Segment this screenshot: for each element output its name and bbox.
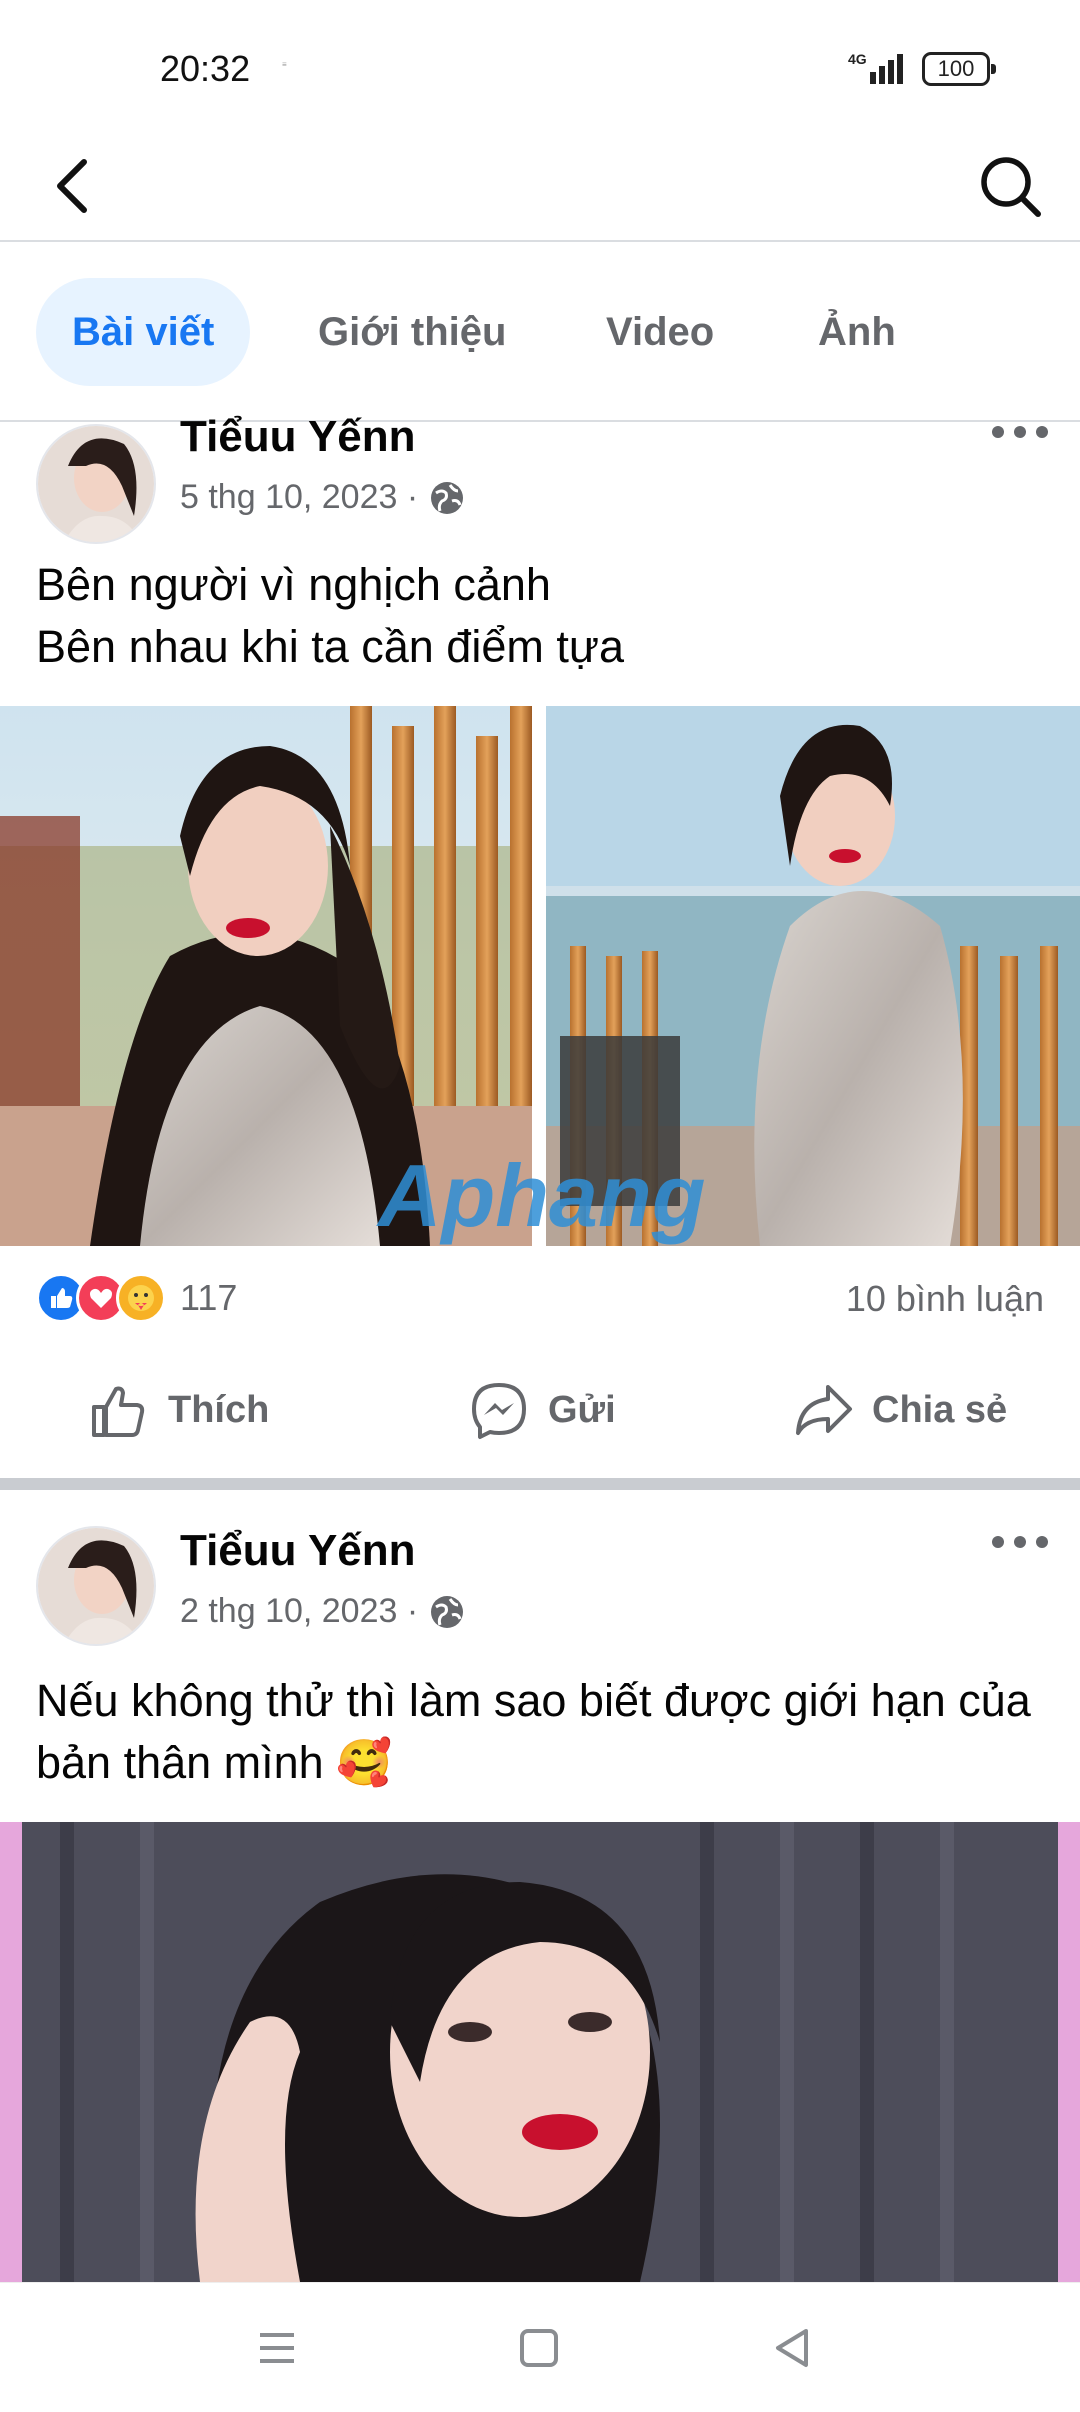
post-photo[interactable] <box>0 1822 1080 2282</box>
reaction-summary[interactable]: 117 <box>36 1268 237 1328</box>
post-meta: 5 thg 10, 2023 · <box>180 478 466 517</box>
home-icon[interactable] <box>512 2321 566 2375</box>
status-bar: 20:32 ≡ 4G 100 <box>0 0 1080 130</box>
comment-count[interactable]: 10 bình luận <box>846 1278 1044 1320</box>
top-app-bar <box>0 130 1080 242</box>
more-options-icon[interactable] <box>990 1534 1050 1558</box>
tab-posts[interactable]: Bài viết <box>36 278 251 386</box>
signal-icon: 4G <box>848 51 903 84</box>
search-icon[interactable] <box>968 144 1052 228</box>
tab-photos[interactable]: Ảnh <box>782 278 932 386</box>
post-date: 2 thg 10, 2023 · <box>180 1592 419 1630</box>
more-options-icon[interactable] <box>990 424 1050 448</box>
watermark: Aphang <box>376 1146 706 1245</box>
post-meta: 2 thg 10, 2023 · <box>180 1592 466 1631</box>
like-button[interactable]: Thích <box>88 1360 269 1460</box>
share-icon <box>796 1385 852 1435</box>
thumbs-up-icon <box>92 1386 145 1437</box>
back-icon[interactable] <box>766 2321 820 2375</box>
svg-text:4G: 4G <box>848 51 867 67</box>
tab-about[interactable]: Giới thiệu <box>282 278 542 386</box>
post-divider <box>0 1478 1080 1490</box>
like-label: Thích <box>168 1388 270 1431</box>
globe-icon <box>431 1595 464 1628</box>
globe-icon <box>431 481 464 514</box>
post-card: Tiểuu Yếnn 5 thg 10, 2023 · Bên người vì… <box>0 412 1080 1478</box>
reaction-count: 117 <box>180 1277 238 1318</box>
tab-video[interactable]: Video <box>570 278 750 386</box>
share-label: Chia sẻ <box>872 1388 1008 1431</box>
post-author[interactable]: Tiểuu Yếnn <box>180 412 416 462</box>
status-notification-icon: ≡ <box>282 60 287 69</box>
post-photo-grid[interactable]: Aphang <box>0 706 1080 1246</box>
post-author[interactable]: Tiểuu Yếnn <box>180 1526 416 1576</box>
post-text: Bên người vì nghịch cảnh Bên nhau khi ta… <box>36 559 624 672</box>
avatar[interactable] <box>36 1526 156 1646</box>
messenger-icon <box>472 1383 526 1439</box>
battery-icon: 100 <box>922 52 996 86</box>
post-text: Nếu không thử thì làm sao biết được giới… <box>36 1675 1031 1788</box>
system-nav-bar <box>0 2282 1080 2412</box>
post-date: 5 thg 10, 2023 · <box>180 478 419 516</box>
chevron-left-icon[interactable] <box>46 144 102 228</box>
post-card: Tiểuu Yếnn 2 thg 10, 2023 · Nếu không th… <box>0 1490 1080 2282</box>
profile-tabs: Bài viết Giới thiệu Video Ảnh <box>0 244 1080 422</box>
send-button[interactable]: Gửi <box>468 1360 616 1460</box>
care-reaction-icon <box>116 1273 166 1323</box>
share-button[interactable]: Chia sẻ <box>792 1360 1007 1460</box>
send-label: Gửi <box>548 1388 616 1431</box>
menu-icon[interactable] <box>250 2321 304 2375</box>
status-time: 20:32 <box>160 48 251 89</box>
avatar[interactable] <box>36 424 156 544</box>
post-actions: Thích Gửi Chia sẻ <box>0 1360 1080 1460</box>
